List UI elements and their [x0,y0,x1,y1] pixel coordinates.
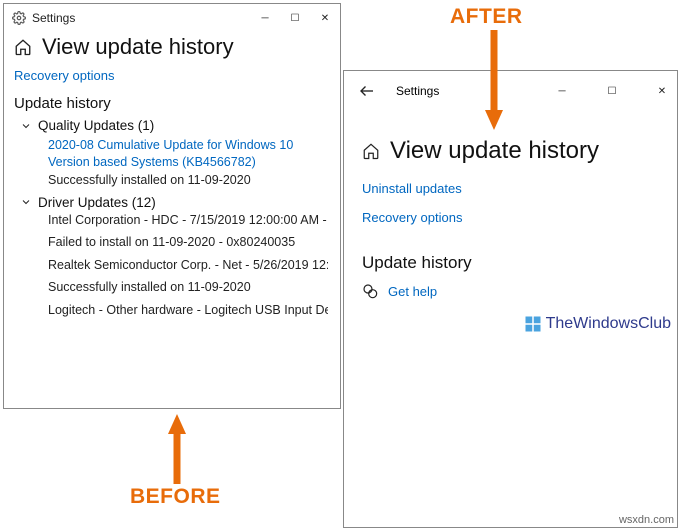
close-button[interactable]: ✕ [310,4,340,32]
update-item: Logitech - Other hardware - Logitech USB… [48,302,328,319]
group-title: Quality Updates (1) [38,118,154,133]
update-status: Successfully installed on 11-09-2020 [48,173,328,187]
titlebar: Settings ─ ☐ ✕ [4,4,340,32]
uninstall-updates-link[interactable]: Uninstall updates [362,181,659,196]
window-title: Settings [32,11,75,25]
page-title: View update history [390,137,599,165]
arrow-up-icon [168,414,186,484]
watermark-text: TheWindowsClub [546,315,671,333]
chevron-down-icon [20,120,32,132]
get-help-link[interactable]: Get help [388,284,437,299]
window-before: Settings ─ ☐ ✕ View update history Recov… [3,3,341,409]
attribution: wsxdn.com [619,514,674,526]
get-help-row[interactable]: Get help [362,283,659,299]
update-link[interactable]: 2020-08 Cumulative Update for Windows 10… [48,137,328,171]
update-status: Successfully installed on 11-09-2020 [48,280,328,294]
recovery-options-link[interactable]: Recovery options [362,210,659,225]
minimize-button[interactable]: ─ [547,77,577,105]
recovery-options-link[interactable]: Recovery options [14,68,328,83]
settings-icon [12,11,26,25]
window-after: Settings ─ ☐ ✕ View update history Unins… [343,70,678,528]
close-button[interactable]: ✕ [647,77,677,105]
back-icon[interactable] [358,82,376,100]
section-heading: Update history [362,253,659,273]
group-header[interactable]: Quality Updates (1) [20,118,328,133]
update-item: Intel Corporation - HDC - 7/15/2019 12:0… [48,212,328,229]
group-driver-updates: Driver Updates (12) Intel Corporation - … [20,195,328,319]
group-header[interactable]: Driver Updates (12) [20,195,328,210]
chevron-down-icon [20,196,32,208]
update-status: Failed to install on 11-09-2020 - 0x8024… [48,235,328,249]
section-heading: Update history [14,95,328,112]
help-icon [362,283,378,299]
titlebar: Settings ─ ☐ ✕ [344,71,677,111]
annotation-before: BEFORE [130,485,221,509]
home-icon[interactable] [14,38,32,56]
content-area: View update history Recovery options Upd… [4,32,340,332]
group-quality-updates: Quality Updates (1) 2020-08 Cumulative U… [20,118,328,187]
update-item: Realtek Semiconductor Corp. - Net - 5/26… [48,257,328,274]
annotation-after: AFTER [450,5,523,29]
page-title: View update history [42,34,234,60]
home-icon[interactable] [362,142,380,160]
minimize-button[interactable]: ─ [250,4,280,32]
watermark: TheWindowsClub [524,315,671,333]
window-title: Settings [396,84,439,98]
maximize-button[interactable]: ☐ [280,4,310,32]
arrow-down-icon [485,30,503,130]
maximize-button[interactable]: ☐ [597,77,627,105]
content-area: View update history Uninstall updates Re… [344,111,677,309]
logo-icon [524,315,542,333]
group-title: Driver Updates (12) [38,195,156,210]
